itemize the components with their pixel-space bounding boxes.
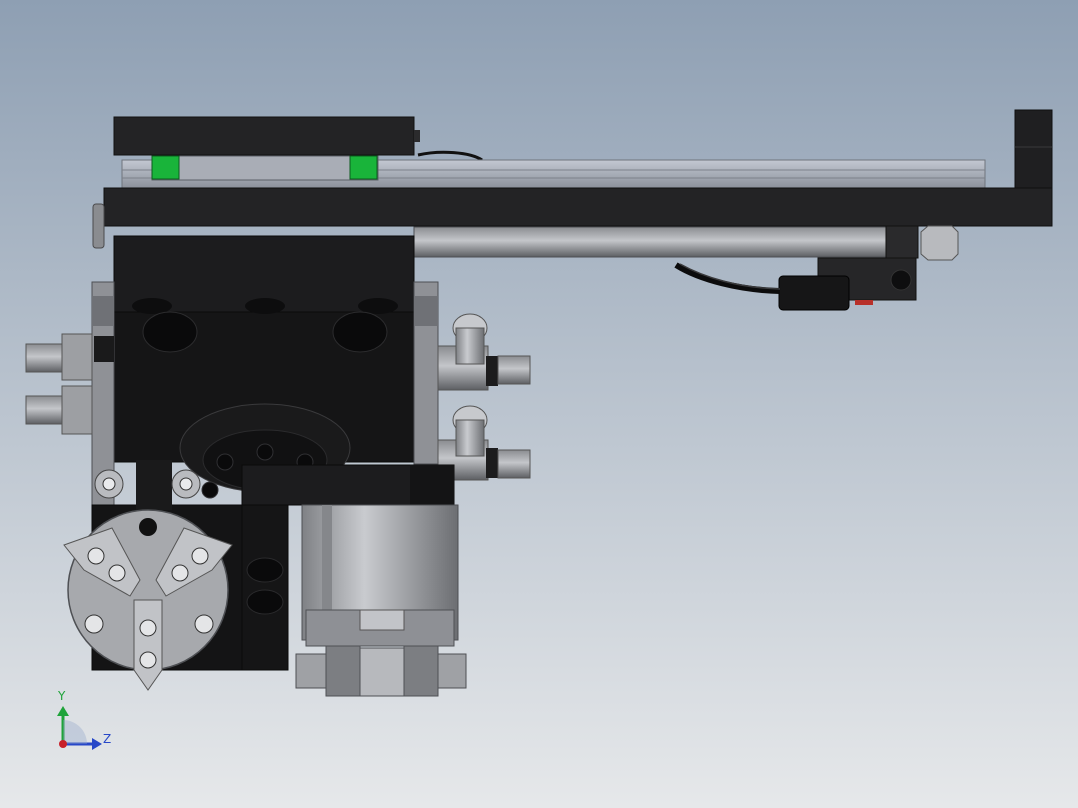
elbow-1-tip [497, 355, 531, 385]
chuck-screw-6 [139, 651, 157, 669]
cylinder-tube [413, 226, 890, 258]
left-plate-block [92, 296, 114, 326]
green-end-seal-right [349, 155, 378, 180]
carriage-connector [414, 130, 420, 142]
elbow-1-nut [486, 356, 498, 386]
sensor-knob [890, 269, 912, 291]
parallel-gripper[interactable] [241, 464, 467, 697]
elbow-2-stem [455, 419, 485, 457]
chuck-top-knob-1-center [102, 477, 116, 491]
chuck-screw-2 [108, 564, 126, 582]
chuck-screw-8 [194, 614, 214, 634]
gripper-jaw-right [403, 645, 439, 697]
left-fitting-nut-2 [61, 385, 93, 435]
end-post [1014, 109, 1053, 189]
bolt-hole-5 [332, 311, 388, 353]
chuck-top-block [136, 460, 172, 510]
bolt-hole-1 [132, 298, 172, 314]
bracket-hole-1 [246, 557, 284, 583]
sensor-led [855, 300, 873, 305]
main-beam [103, 187, 1053, 227]
elbow-2-tip [497, 449, 531, 479]
flange-bolt-4 [201, 481, 219, 499]
cable-fitting [778, 275, 850, 311]
rotary-body[interactable] [113, 235, 415, 499]
left-fitting-pipe-1 [25, 343, 67, 373]
3d-viewport[interactable]: Y Z [0, 0, 1078, 808]
chuck-jaw-bottom [133, 599, 163, 691]
gripper-center-key [359, 609, 405, 631]
triad-y-label: Y [57, 689, 66, 703]
chuck-screw-3 [191, 547, 209, 565]
triad-z-label: Z [103, 732, 111, 746]
bolt-hole-2 [245, 298, 285, 314]
chuck-center-hole [139, 518, 157, 536]
gripper-bracket [241, 504, 289, 671]
right-plate-block [414, 296, 438, 326]
left-fitting-pipe-2 [25, 395, 67, 425]
left-fitting-black [94, 336, 114, 362]
beam-end-cap [92, 203, 105, 249]
gripper-jaw-left [325, 645, 361, 697]
bracket-hole-2 [246, 589, 284, 615]
slide-carriage-plate [113, 116, 415, 156]
chuck-screw-1 [87, 547, 105, 565]
triad-origin [59, 740, 67, 748]
chuck-top-knob-2-center [179, 477, 193, 491]
cylinder-hex-nut [920, 225, 959, 261]
model-canvas[interactable]: Y Z [0, 0, 1078, 808]
bolt-hole-4 [142, 311, 198, 353]
cylinder-end-block [885, 225, 919, 259]
elbow-2-nut [486, 448, 498, 478]
bolt-hole-3 [358, 298, 398, 314]
left-fitting-nut-1 [61, 333, 93, 381]
chuck-screw-4 [171, 564, 189, 582]
carriage-block [151, 155, 379, 181]
green-end-seal-left [151, 155, 180, 180]
gripper-mount-side [410, 465, 454, 505]
flange-bolt-2 [256, 443, 274, 461]
flange-bolt-1 [216, 453, 234, 471]
chuck-screw-5 [139, 619, 157, 637]
elbow-1-stem [455, 327, 485, 365]
chuck-screw-7 [84, 614, 104, 634]
gripper-jaw-center [359, 647, 405, 697]
